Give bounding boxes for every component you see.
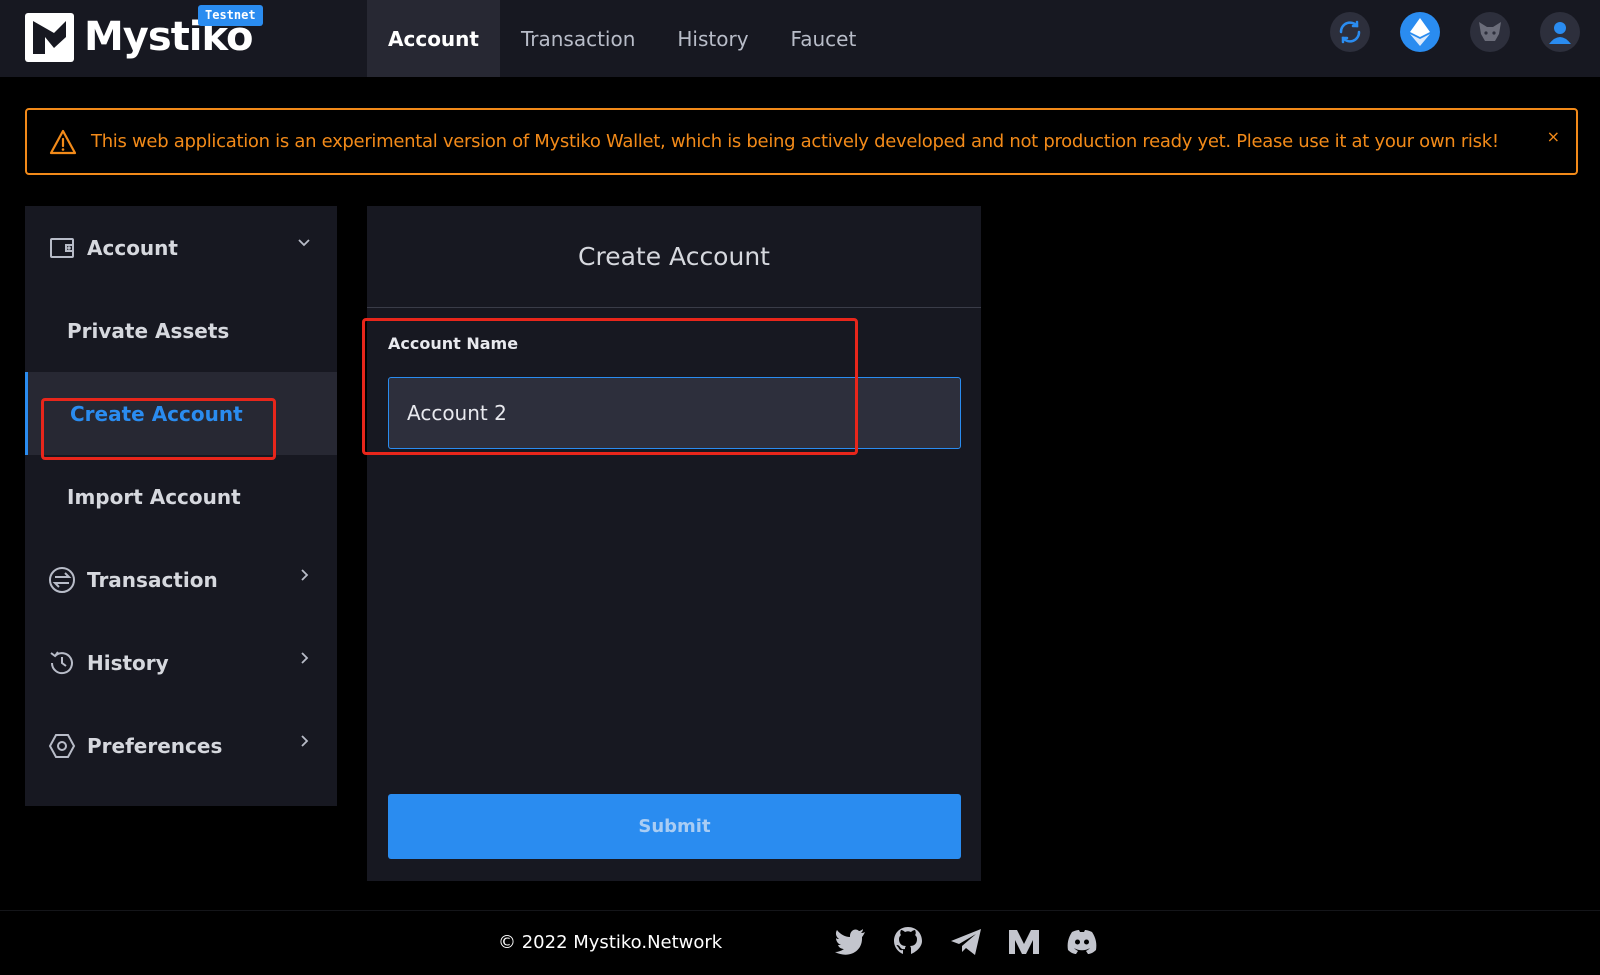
footer-divider bbox=[0, 910, 1600, 911]
mystiko-logo-icon bbox=[25, 12, 74, 62]
warning-icon bbox=[49, 129, 77, 154]
nav-tab-history[interactable]: History bbox=[656, 0, 769, 77]
nav-tab-transaction[interactable]: Transaction bbox=[500, 0, 656, 77]
wallet-icon bbox=[50, 237, 74, 258]
sidebar-item-history[interactable]: History bbox=[25, 621, 337, 704]
user-icon[interactable] bbox=[1540, 12, 1580, 52]
sidebar-item-transaction[interactable]: Transaction bbox=[25, 538, 337, 621]
transfer-icon bbox=[49, 566, 75, 593]
chevron-down-icon bbox=[298, 239, 310, 247]
sidebar-item-label: Create Account bbox=[70, 401, 243, 426]
chevron-right-icon bbox=[301, 735, 309, 747]
refresh-icon[interactable] bbox=[1330, 12, 1370, 52]
ethereum-icon[interactable] bbox=[1400, 12, 1440, 52]
sidebar-item-private-assets[interactable]: Private Assets bbox=[25, 289, 337, 372]
testnet-badge: Testnet bbox=[198, 5, 263, 26]
close-icon[interactable]: × bbox=[1547, 127, 1560, 146]
twitter-icon[interactable] bbox=[832, 924, 868, 960]
sidebar-item-label: History bbox=[87, 650, 169, 675]
sidebar-item-import-account[interactable]: Import Account bbox=[25, 455, 337, 538]
chevron-right-icon bbox=[301, 569, 309, 581]
sidebar-item-label: Account bbox=[87, 235, 178, 260]
github-icon[interactable] bbox=[890, 924, 926, 960]
medium-icon[interactable] bbox=[1006, 924, 1042, 960]
chevron-right-icon bbox=[301, 652, 309, 664]
telegram-icon[interactable] bbox=[948, 924, 984, 960]
submit-button[interactable]: Submit bbox=[388, 794, 961, 859]
account-name-input[interactable] bbox=[388, 377, 961, 449]
create-account-card: Create Account Account Name Submit bbox=[367, 206, 981, 881]
sidebar-item-preferences[interactable]: Preferences bbox=[25, 704, 337, 787]
sidebar-item-label: Transaction bbox=[87, 567, 218, 592]
nav-tab-account[interactable]: Account bbox=[367, 0, 500, 77]
nav-tab-faucet[interactable]: Faucet bbox=[770, 0, 878, 77]
copyright: © 2022 Mystiko.Network bbox=[498, 932, 723, 953]
sidebar-item-create-account[interactable]: Create Account bbox=[25, 372, 337, 455]
social-links bbox=[832, 924, 1100, 960]
sidebar-item-label: Private Assets bbox=[67, 318, 230, 343]
sidebar-item-label: Preferences bbox=[87, 733, 223, 758]
metamask-icon[interactable] bbox=[1470, 12, 1510, 52]
history-icon bbox=[50, 650, 73, 674]
page-title: Create Account bbox=[367, 206, 981, 308]
discord-icon[interactable] bbox=[1064, 924, 1100, 960]
account-name-label: Account Name bbox=[388, 334, 519, 353]
warning-alert: This web application is an experimental … bbox=[25, 108, 1578, 175]
sidebar: Account Private Assets Create Account Im… bbox=[25, 206, 337, 806]
alert-message: This web application is an experimental … bbox=[91, 131, 1499, 152]
sidebar-item-label: Import Account bbox=[67, 484, 241, 509]
settings-icon bbox=[48, 733, 76, 758]
main-nav: Account Transaction History Faucet bbox=[367, 0, 877, 77]
top-bar: Mystiko Testnet Account Transaction Hist… bbox=[0, 0, 1600, 77]
sidebar-item-account[interactable]: Account bbox=[25, 206, 337, 289]
header-actions bbox=[1330, 12, 1580, 52]
